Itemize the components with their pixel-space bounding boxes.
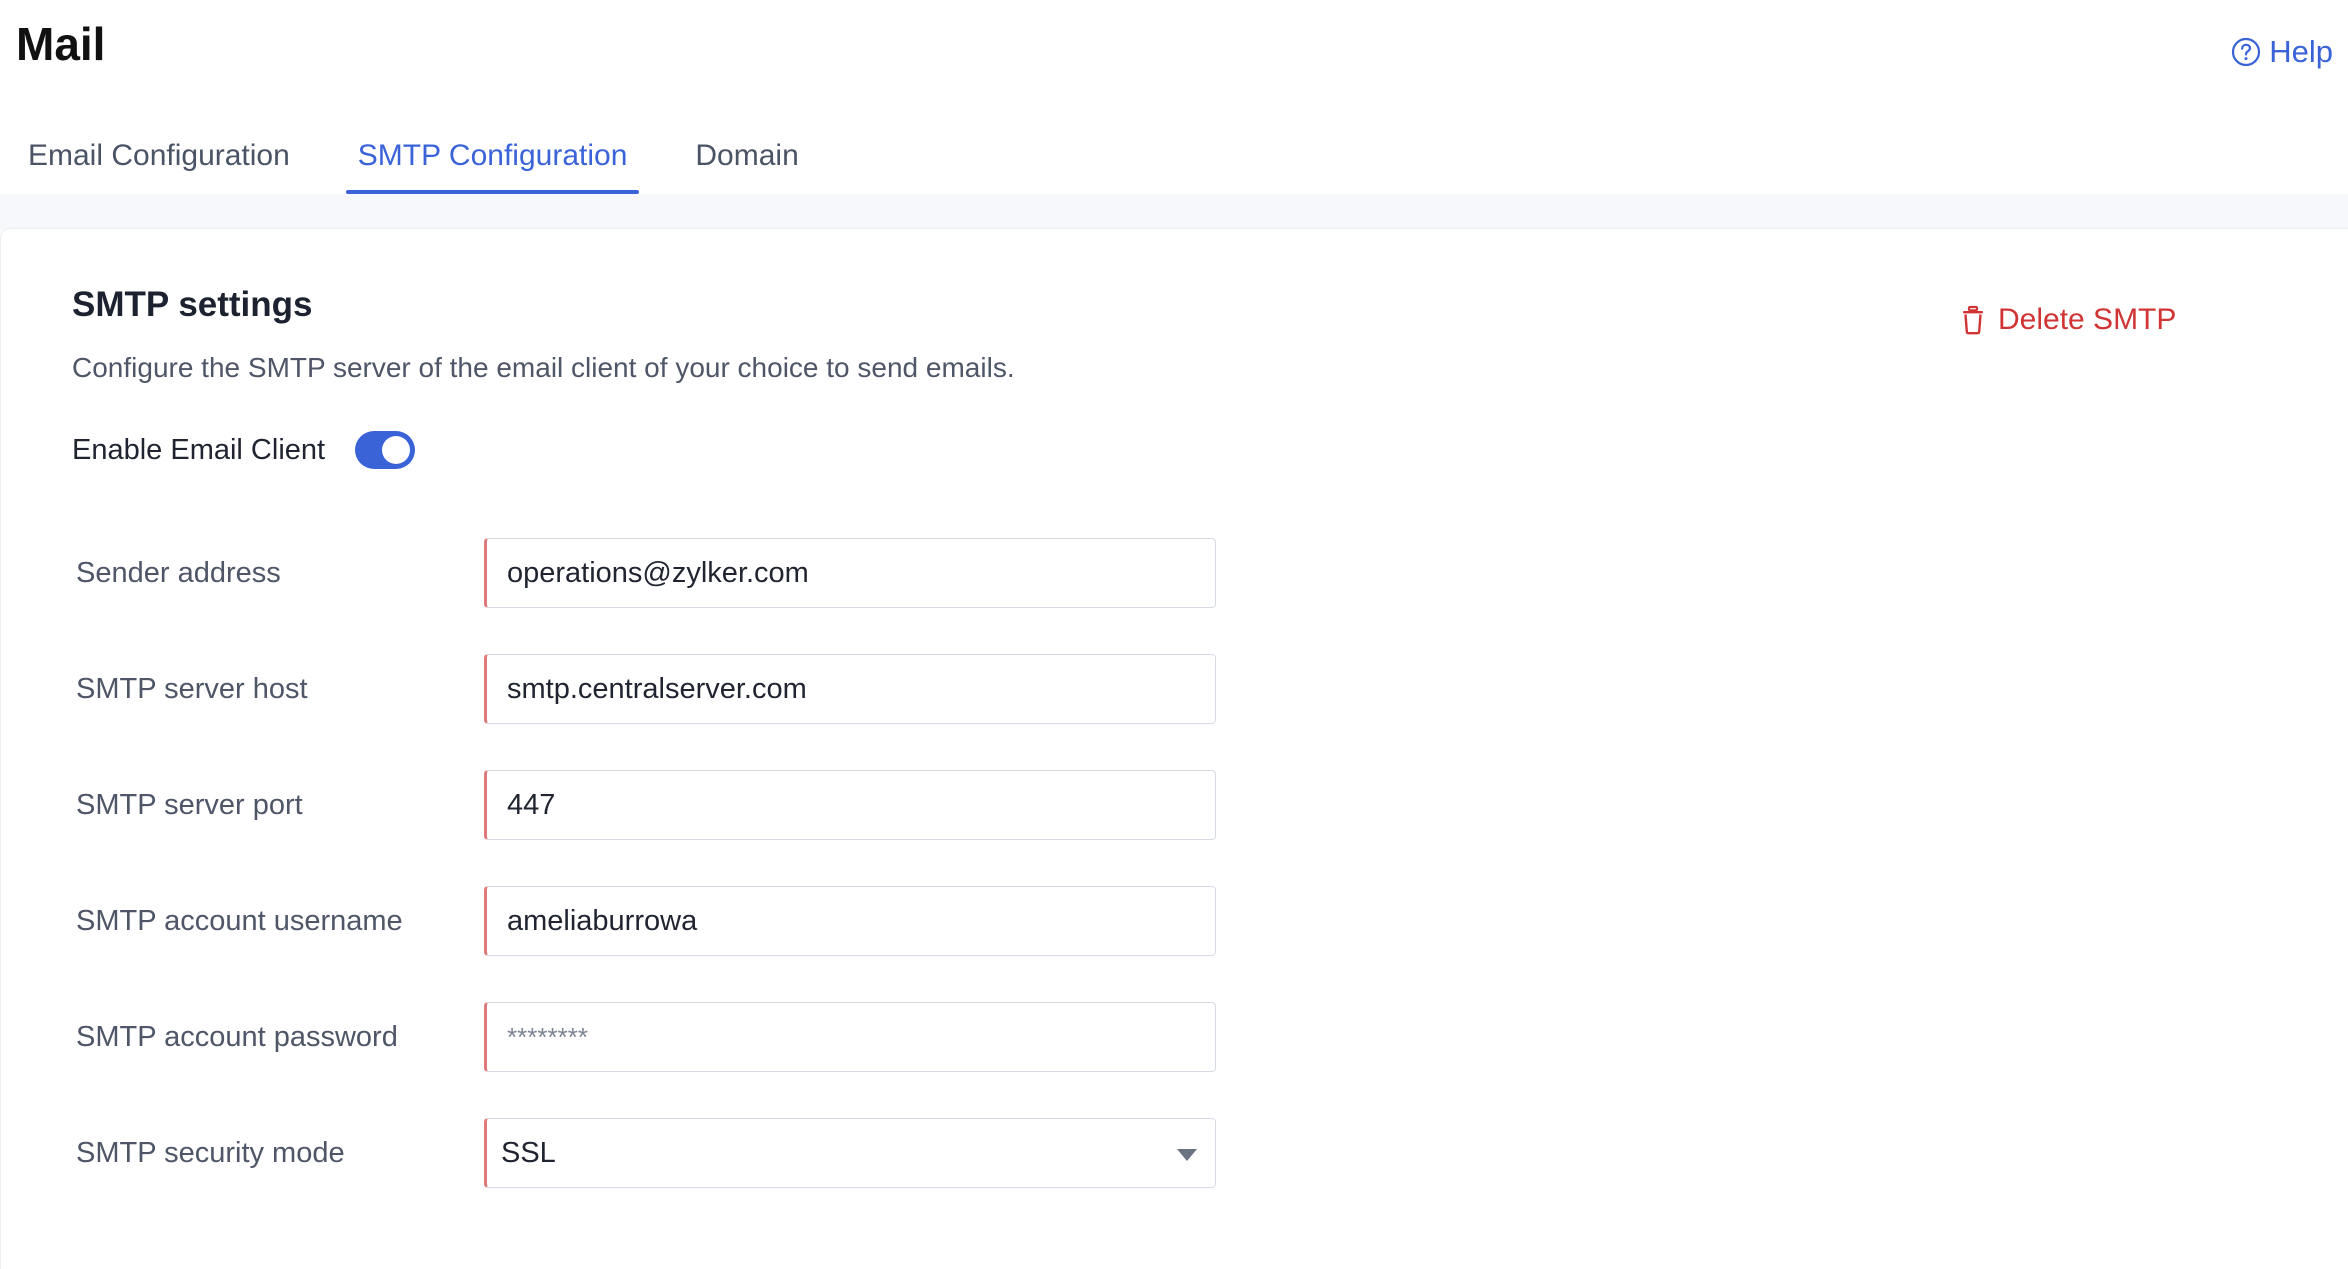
smtp-security-mode-select[interactable]: SSL [484, 1118, 1216, 1188]
help-label: Help [2269, 34, 2333, 69]
enable-email-client-label: Enable Email Client [72, 434, 326, 466]
trash-icon [1960, 305, 1986, 335]
chevron-down-icon [1177, 1149, 1197, 1161]
smtp-account-username-label: SMTP account username [76, 905, 403, 937]
smtp-account-username-input[interactable] [484, 886, 1216, 956]
smtp-server-port-input[interactable] [484, 770, 1216, 840]
smtp-account-username-row: SMTP account username [0, 886, 1300, 956]
smtp-account-password-row: SMTP account password [0, 1002, 1300, 1072]
delete-smtp-label: Delete SMTP [1998, 303, 2177, 336]
smtp-server-host-row: SMTP server host [0, 654, 1300, 724]
security-mode-value: SSL [501, 1136, 556, 1169]
smtp-server-host-label: SMTP server host [76, 673, 308, 705]
enable-email-client-toggle[interactable] [355, 431, 416, 469]
tab-domain[interactable]: Domain [683, 118, 810, 194]
section-title: SMTP settings [72, 285, 313, 324]
smtp-server-host-input[interactable] [484, 654, 1216, 724]
tab-bar-divider [0, 194, 2348, 230]
delete-smtp-button[interactable]: Delete SMTP [1960, 299, 2176, 341]
help-link[interactable]: Help [2231, 30, 2333, 74]
smtp-account-password-input[interactable] [484, 1002, 1216, 1072]
page-title: Mail [16, 18, 106, 70]
smtp-security-mode-row: SMTP security mode SSL [0, 1118, 1300, 1188]
section-description: Configure the SMTP server of the email c… [72, 352, 1015, 383]
smtp-server-port-label: SMTP server port [76, 789, 303, 821]
smtp-account-password-label: SMTP account password [76, 1021, 398, 1053]
sender-address-input[interactable] [484, 538, 1216, 608]
enable-email-client-row: Enable Email Client [72, 428, 416, 472]
tab-smtp-configuration[interactable]: SMTP Configuration [345, 118, 640, 194]
tab-bar: Email Configuration SMTP Configuration D… [0, 118, 839, 194]
smtp-server-port-row: SMTP server port [0, 770, 1300, 840]
sender-address-row: Sender address [0, 538, 1300, 608]
smtp-security-mode-label: SMTP security mode [76, 1137, 345, 1169]
toggle-knob [382, 436, 411, 464]
sender-address-label: Sender address [76, 557, 281, 589]
help-circle-icon [2231, 37, 2261, 67]
tab-email-configuration[interactable]: Email Configuration [16, 118, 302, 194]
